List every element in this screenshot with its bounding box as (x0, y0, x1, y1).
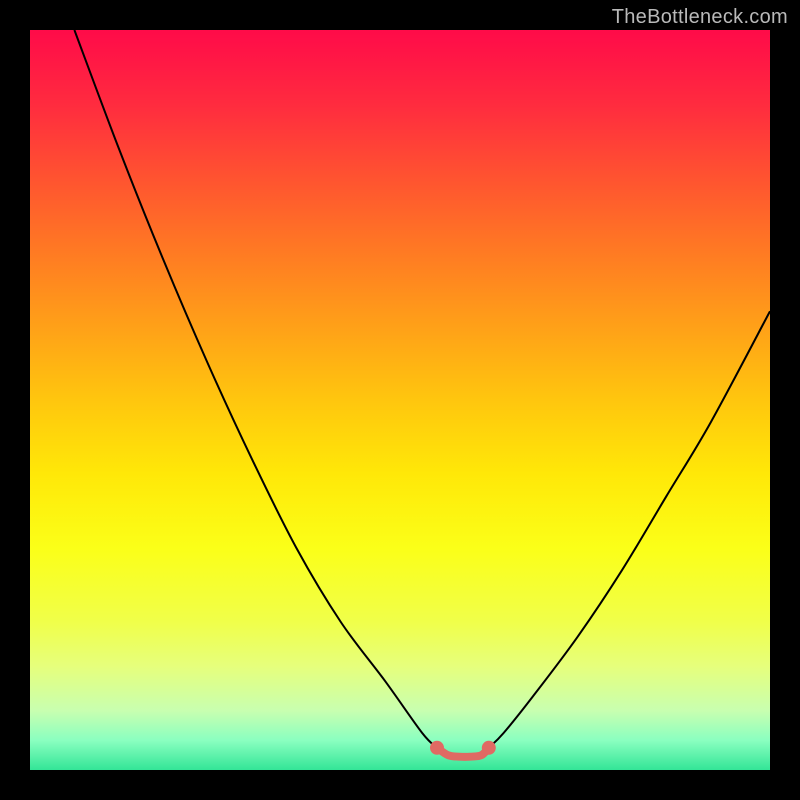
bottleneck-curve-left (74, 30, 437, 748)
plot-area (30, 30, 770, 770)
valley-markers-group (430, 741, 496, 755)
valley-marker-dot (482, 741, 496, 755)
watermark-text: TheBottleneck.com (612, 6, 788, 29)
bottleneck-curve-right (489, 311, 770, 748)
figure: TheBottleneck.com (0, 0, 800, 800)
curve-layer (30, 30, 770, 770)
valley-marker-link (437, 748, 489, 757)
valley-marker-dot (430, 741, 444, 755)
